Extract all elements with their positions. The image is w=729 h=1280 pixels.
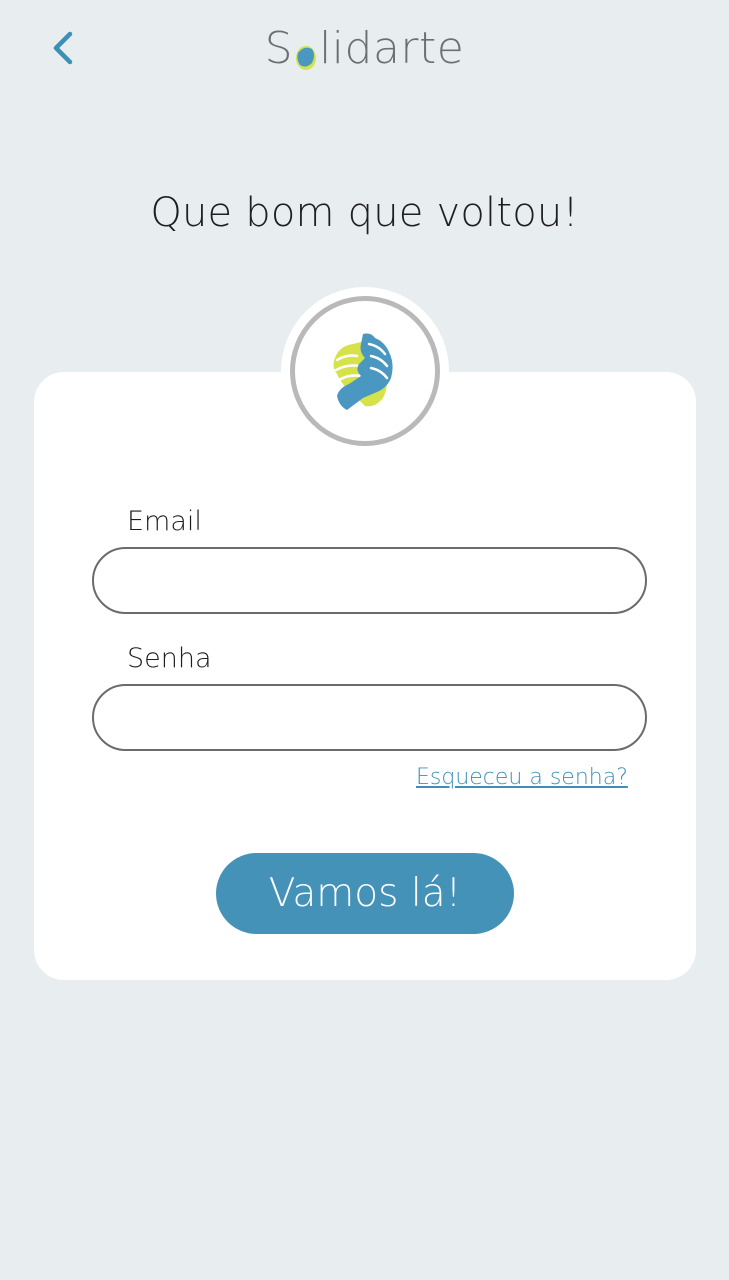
password-label: Senha: [127, 643, 212, 674]
brand-suffix: lidarte: [319, 22, 465, 74]
password-field[interactable]: [92, 684, 647, 751]
email-field[interactable]: [92, 547, 647, 614]
login-button[interactable]: Vamos lá!: [216, 853, 514, 934]
forgot-password-link[interactable]: Esqueceu a senha?: [416, 765, 628, 790]
handshake-icon: [325, 324, 405, 418]
email-label: Email: [127, 506, 202, 537]
app-logo: S lidarte: [0, 18, 729, 78]
page-title: Que bom que voltou!: [150, 190, 579, 236]
logo-badge: [290, 296, 440, 446]
login-screen: S lidarte Que bom que voltou! Email Senh…: [0, 0, 729, 1280]
brand-prefix: S: [264, 22, 294, 74]
handshake-icon: [294, 33, 318, 70]
